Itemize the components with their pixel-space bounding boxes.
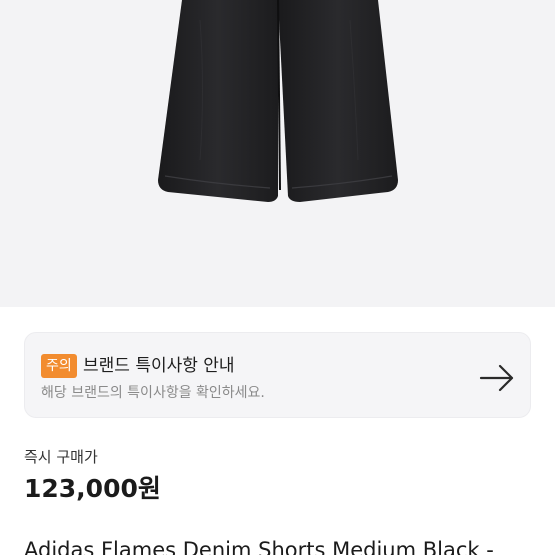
product-name: Adidas Flames Denim Shorts Medium Black … [24,538,494,555]
brand-notice-card[interactable]: 주의 브랜드 특이사항 안내 해당 브랜드의 특이사항을 확인하세요. [24,332,531,418]
arrow-right-icon[interactable] [478,359,516,397]
instant-buy-price: 123,000원 [24,474,161,503]
instant-buy-price-label: 즉시 구매가 [24,448,98,466]
notice-title: 브랜드 특이사항 안내 [83,356,235,376]
notice-description: 해당 브랜드의 특이사항을 확인하세요. [41,385,265,401]
denim-shorts-icon [158,0,398,202]
product-image[interactable] [0,0,555,307]
caution-badge: 주의 [41,354,77,378]
